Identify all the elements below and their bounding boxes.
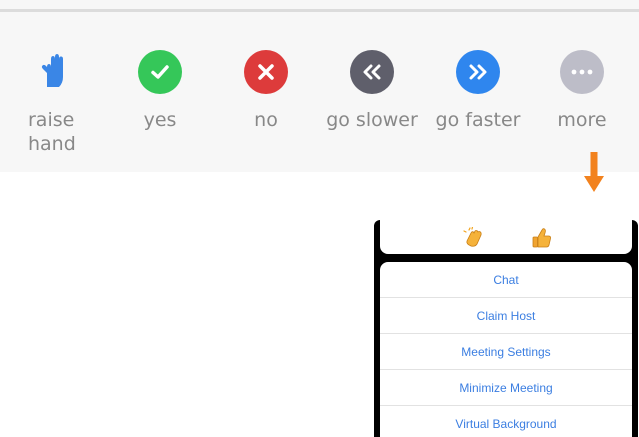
menu-item-label: Virtual Background <box>455 416 557 431</box>
thumbs-up-icon[interactable] <box>531 227 553 249</box>
more-menu-popup: Chat Claim Host Meeting Settings Minimiz… <box>374 220 638 437</box>
double-chevron-left-icon <box>350 50 394 94</box>
menu-item-label: Claim Host <box>476 308 536 323</box>
menu-item-claim-host[interactable]: Claim Host <box>380 298 632 334</box>
no-button[interactable]: no <box>216 50 316 132</box>
nonverbal-feedback-toolbar: raise hand yes no go slower go faster mo… <box>0 0 639 172</box>
menu-item-label: Minimize Meeting <box>459 380 553 395</box>
menu-item-chat[interactable]: Chat <box>380 262 632 298</box>
more-menu-list: Chat Claim Host Meeting Settings Minimiz… <box>380 262 632 437</box>
raise-hand-icon <box>32 50 76 94</box>
raise-hand-button[interactable]: raise hand <box>6 50 101 156</box>
clapping-hands-icon[interactable] <box>463 227 485 249</box>
arrow-down-icon <box>584 152 604 192</box>
reactions-row <box>380 220 632 254</box>
raise-hand-label-line1: raise <box>28 109 75 131</box>
menu-item-label: Meeting Settings <box>461 344 551 359</box>
menu-item-meeting-settings[interactable]: Meeting Settings <box>380 334 632 370</box>
yes-button[interactable]: yes <box>110 50 210 132</box>
more-button[interactable]: more <box>532 50 632 132</box>
double-chevron-right-icon <box>456 50 500 94</box>
go-slower-button[interactable]: go slower <box>319 50 425 132</box>
menu-item-minimize-meeting[interactable]: Minimize Meeting <box>380 370 632 406</box>
ellipsis-icon <box>560 50 604 94</box>
yes-label: yes <box>143 109 177 131</box>
go-slower-label: go slower <box>326 109 418 131</box>
divider <box>0 9 639 12</box>
menu-item-virtual-background[interactable]: Virtual Background <box>380 406 632 437</box>
menu-item-label: Chat <box>493 272 519 287</box>
go-faster-button[interactable]: go faster <box>425 50 531 132</box>
no-label: no <box>254 109 278 131</box>
go-faster-label: go faster <box>435 109 521 131</box>
more-label: more <box>557 109 607 131</box>
close-icon <box>244 50 288 94</box>
raise-hand-label-line2: hand <box>28 133 76 155</box>
check-icon <box>138 50 182 94</box>
